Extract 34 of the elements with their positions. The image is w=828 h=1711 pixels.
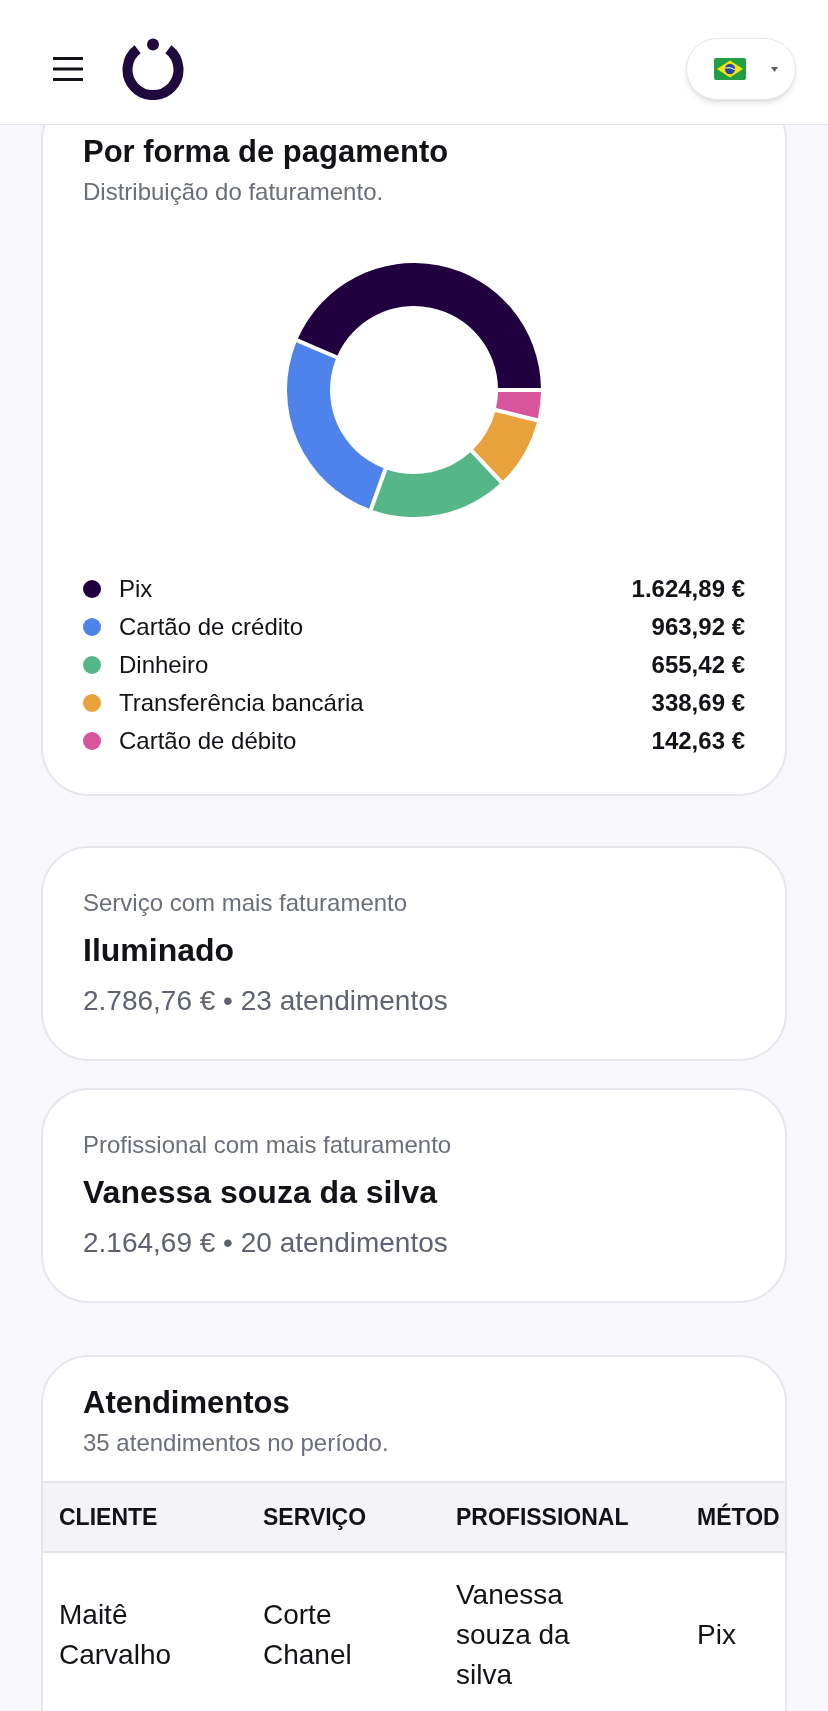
table-cell-text: Maitê Carvalho xyxy=(58,1598,173,1672)
highlight-title: Iluminado xyxy=(83,931,235,970)
ring-logo-icon xyxy=(122,38,184,100)
table-cell-text: Vanessa souza da silva xyxy=(455,1578,571,1692)
legend-label: Cartão de crédito xyxy=(119,612,304,642)
column-header: SERVIÇO xyxy=(262,1503,368,1531)
caret-icon xyxy=(771,66,778,72)
legend-amount: 338,69 € xyxy=(651,688,745,718)
menu-button[interactable] xyxy=(53,56,83,82)
legend-amount: 142,63 € xyxy=(651,726,745,756)
menu-icon xyxy=(53,56,83,82)
legend-amount: 655,42 € xyxy=(651,650,745,680)
legend-label: Cartão de débito xyxy=(119,726,297,756)
legend-amount: 1.624,89 € xyxy=(631,574,745,604)
language-button[interactable] xyxy=(686,38,796,100)
card-title: Atendimentos xyxy=(83,1385,290,1421)
highlight-title: Vanessa souza da silva xyxy=(83,1173,437,1212)
table-cell-text: Corte Chanel xyxy=(262,1598,353,1672)
highlight-label: Profissional com mais faturamento xyxy=(83,1130,452,1160)
highlight-summary: 2.164,69 € • 20 atendimentos xyxy=(83,1226,448,1260)
highlight-summary: 2.786,76 € • 23 atendimentos xyxy=(83,984,448,1018)
flag-icon xyxy=(714,58,746,80)
card-subtitle: Distribuição do faturamento. xyxy=(83,177,384,207)
table-cell-text: Pix xyxy=(696,1618,737,1652)
legend-label: Pix xyxy=(119,574,153,604)
highlight-label: Serviço com mais faturamento xyxy=(83,888,408,918)
card-title: Por forma de pagamento xyxy=(83,134,449,170)
card-subtitle: 35 atendimentos no período. xyxy=(83,1428,389,1458)
legend-label: Transferência bancária xyxy=(119,688,364,718)
column-header: PROFISSIONAL xyxy=(455,1503,630,1531)
column-header: CLIENTE xyxy=(58,1503,159,1531)
column-header: MÉTOD xyxy=(696,1503,781,1531)
legend-label: Dinheiro xyxy=(119,650,209,680)
legend-amount: 963,92 € xyxy=(651,612,745,642)
